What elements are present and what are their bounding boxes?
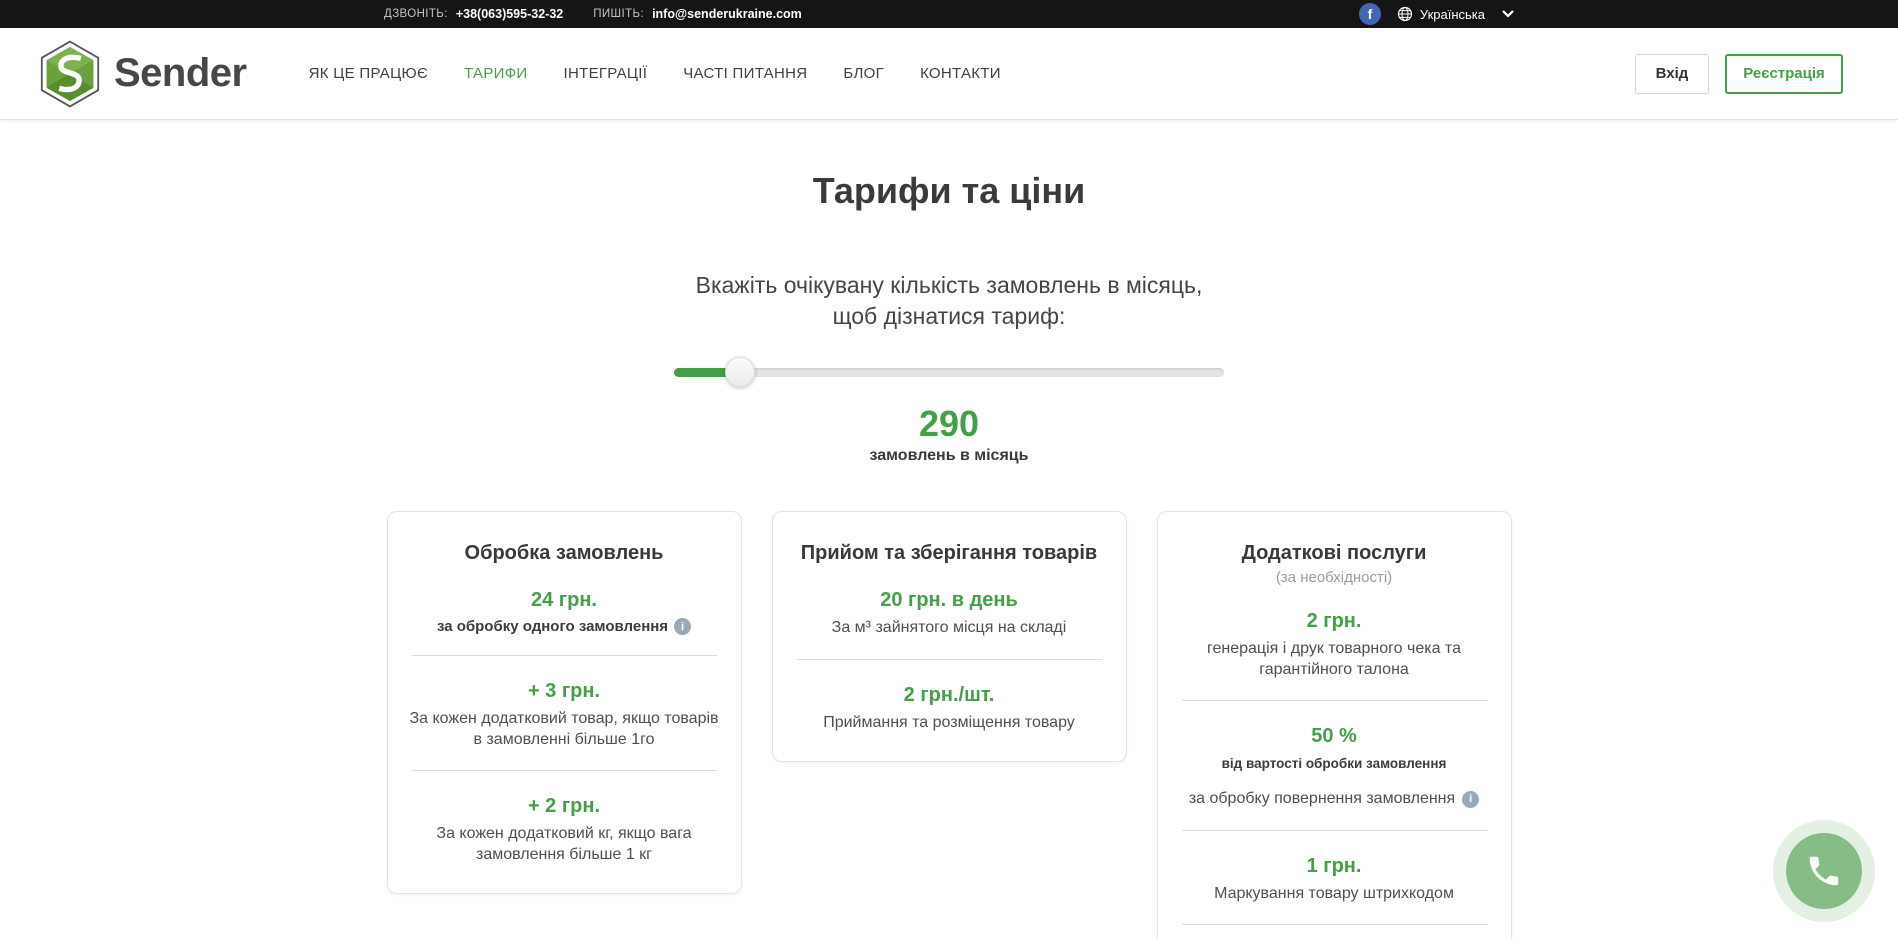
- card-title: Обробка замовлень: [408, 542, 721, 565]
- price-value: 2 грн.: [1178, 610, 1491, 633]
- info-icon[interactable]: i: [674, 618, 691, 635]
- price-value: 1 грн.: [1178, 855, 1491, 878]
- price-value: 2 грн./шт.: [793, 684, 1106, 707]
- slider-prompt-line1: Вкажіть очікувану кількість замовлень в …: [0, 270, 1898, 301]
- main-nav: ЯК ЦЕ ПРАЦЮЄ ТАРИФИ ІНТЕГРАЦІЇ ЧАСТІ ПИТ…: [309, 65, 1001, 82]
- login-button[interactable]: Вхід: [1635, 54, 1709, 94]
- price-description: За м³ зайнятого місця на складі: [793, 618, 1106, 638]
- chevron-down-icon[interactable]: [1502, 10, 1514, 18]
- card-title: Прийом та зберігання товарів: [793, 542, 1106, 565]
- language-selector[interactable]: Українська: [1397, 6, 1514, 22]
- price-value: 20 грн. в день: [793, 589, 1106, 612]
- call-fab-button[interactable]: [1773, 820, 1875, 922]
- price-description: Маркування товару штрихкодом: [1178, 884, 1491, 904]
- sender-logo-icon: [40, 40, 100, 108]
- info-icon[interactable]: i: [1462, 791, 1479, 808]
- price-value: + 2 грн.: [408, 795, 721, 818]
- register-button[interactable]: Реєстрація: [1725, 54, 1843, 94]
- language-label: Українська: [1420, 7, 1485, 22]
- topbar: ДЗВОНІТЬ: +38(063)595-32-32 ПИШІТЬ: info…: [0, 0, 1898, 28]
- divider: [797, 659, 1102, 660]
- phone-link[interactable]: +38(063)595-32-32: [456, 7, 563, 21]
- price-label: за обробку одного замовлення: [437, 618, 668, 635]
- page-title: Тарифи та ціни: [0, 170, 1898, 212]
- card-title: Додаткові послуги: [1178, 542, 1491, 565]
- nav-tariffs[interactable]: ТАРИФИ: [464, 65, 527, 82]
- topbar-contacts: ДЗВОНІТЬ: +38(063)595-32-32 ПИШІТЬ: info…: [384, 7, 802, 21]
- price-label: від вартості обробки замовлення: [1178, 756, 1491, 771]
- price-value: 50 %: [1178, 725, 1491, 748]
- card-storage: Прийом та зберігання товарів 20 грн. в д…: [772, 511, 1127, 762]
- divider: [412, 655, 717, 656]
- slider-prompt: Вкажіть очікувану кількість замовлень в …: [0, 270, 1898, 331]
- write-label: ПИШІТЬ:: [593, 8, 644, 20]
- price-value: + 3 грн.: [408, 680, 721, 703]
- divider: [1182, 700, 1487, 701]
- header: Sender ЯК ЦЕ ПРАЦЮЄ ТАРИФИ ІНТЕГРАЦІЇ ЧА…: [0, 28, 1898, 120]
- nav-how-it-works[interactable]: ЯК ЦЕ ПРАЦЮЄ: [309, 65, 428, 82]
- orders-slider[interactable]: [674, 357, 1224, 387]
- price-description: генерація і друк товарного чека та гаран…: [1178, 639, 1491, 680]
- price-description: За кожен додатковий товар, якщо товарів …: [408, 709, 721, 750]
- pricing-cards: Обробка замовлень 24 грн. за обробку одн…: [0, 511, 1898, 939]
- globe-icon: [1397, 6, 1413, 22]
- card-additional-services: Додаткові послуги (за необхідності) 2 гр…: [1157, 511, 1512, 939]
- price-description: За кожен додатковий кг, якщо вага замовл…: [408, 824, 721, 865]
- brand-name: Sender: [114, 51, 247, 96]
- nav-blog[interactable]: БЛОГ: [843, 65, 884, 82]
- nav-integrations[interactable]: ІНТЕГРАЦІЇ: [564, 65, 648, 82]
- email-link[interactable]: info@senderukraine.com: [652, 7, 802, 21]
- nav-contacts[interactable]: КОНТАКТИ: [920, 65, 1001, 82]
- slider-track[interactable]: [674, 368, 1224, 377]
- card-subtitle: (за необхідності): [1178, 569, 1491, 586]
- price-description: Приймання та розміщення товару: [793, 713, 1106, 733]
- divider: [412, 770, 717, 771]
- phone-icon: [1805, 852, 1843, 890]
- orders-count-value: 290: [0, 403, 1898, 445]
- orders-count-label: замовлень в місяць: [0, 447, 1898, 465]
- card-order-processing: Обробка замовлень 24 грн. за обробку одн…: [387, 511, 742, 894]
- facebook-icon[interactable]: f: [1359, 3, 1381, 25]
- slider-handle[interactable]: [725, 357, 755, 387]
- nav-faq[interactable]: ЧАСТІ ПИТАННЯ: [683, 65, 807, 82]
- divider: [1182, 924, 1487, 925]
- divider: [1182, 830, 1487, 831]
- call-label: ДЗВОНІТЬ:: [384, 8, 448, 20]
- sender-logo[interactable]: Sender: [40, 40, 247, 108]
- price-description: за обробку повернення замовлення: [1189, 789, 1455, 809]
- pricing-page: Тарифи та ціни Вкажіть очікувану кількіс…: [0, 170, 1898, 939]
- price-value: 24 грн.: [408, 589, 721, 612]
- slider-prompt-line2: щоб дізнатися тариф:: [0, 301, 1898, 332]
